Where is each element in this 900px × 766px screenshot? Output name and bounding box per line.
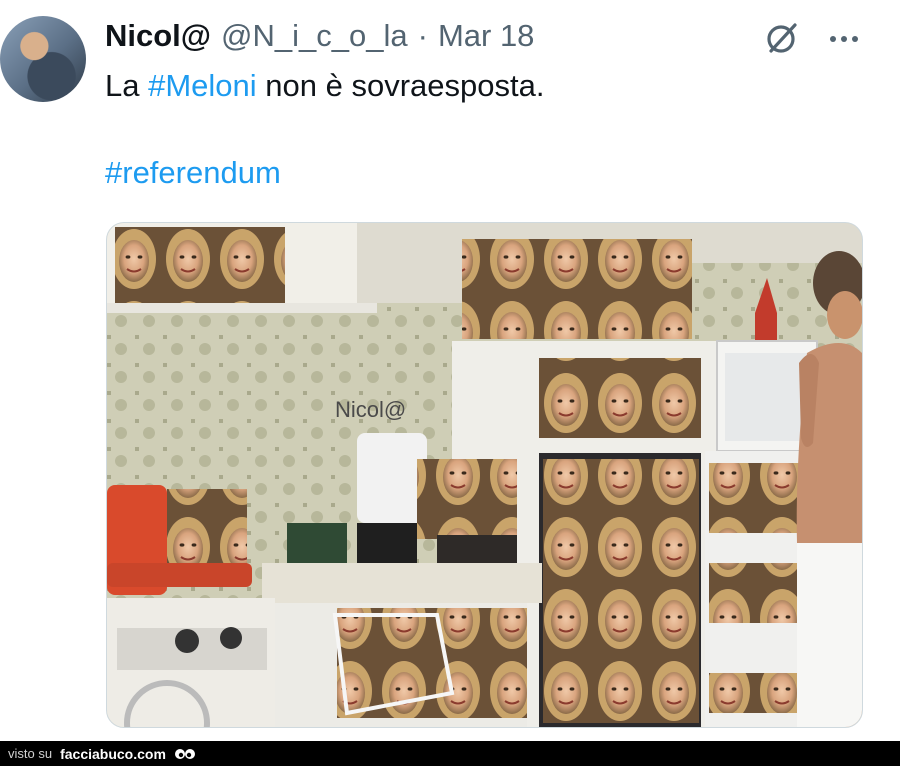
separator-dot: · [417,18,428,53]
image-watermark: Nicol@ [335,397,406,422]
tweet-text: La #Meloni non è sovraesposta. [105,68,544,104]
hashtag-meloni[interactable]: #Meloni [148,68,257,103]
tweet-header: Nicol@ @N_i_c_o_la · Mar 18 [105,18,534,58]
tweet-text-line2: #referendum [105,155,281,191]
avatar[interactable] [0,16,86,102]
kitchen-photo: Nicol@ [107,223,862,727]
tweet-image[interactable]: Nicol@ [106,222,863,728]
tweet-text-suffix: non è sovraesposta. [256,68,545,103]
tweet-text-prefix: La [105,68,149,103]
visto-label: visto su [8,746,53,761]
grok-icon[interactable] [764,20,800,56]
user-handle[interactable]: @N_i_c_o_la [221,18,408,54]
more-icon[interactable] [826,20,862,56]
site-label[interactable]: facciabuco.com [60,746,166,762]
hashtag-referendum[interactable]: #referendum [105,155,281,190]
tweet-date[interactable]: Mar 18 [438,18,534,54]
top-strip [0,0,900,8]
display-name[interactable]: Nicol@ [105,18,211,54]
footer-bar: visto su facciabuco.com [0,741,900,766]
eyes-icon [174,748,195,759]
